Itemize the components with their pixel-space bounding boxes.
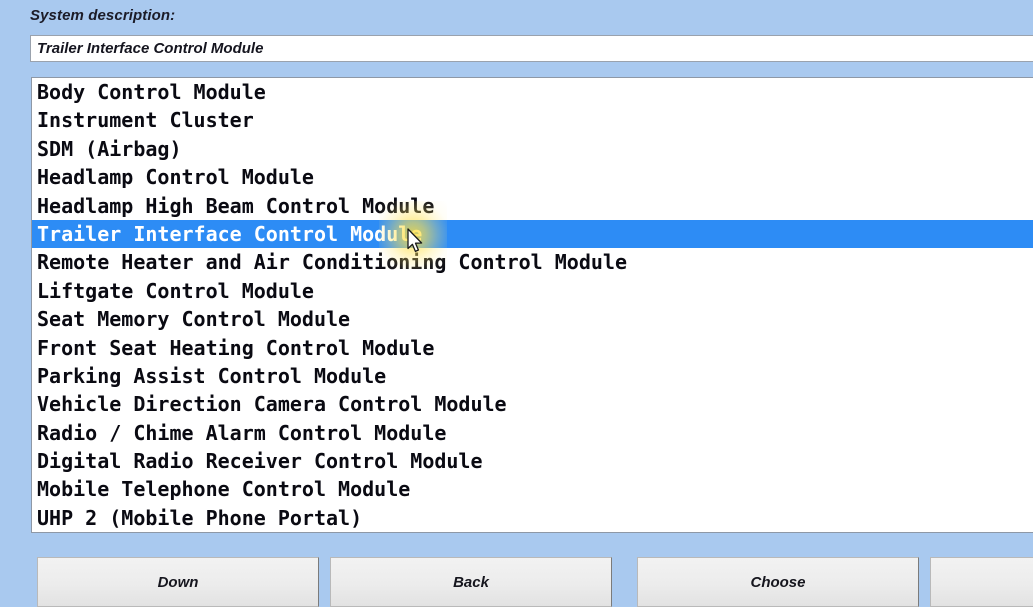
list-item[interactable]: Instrument Cluster <box>32 106 1033 135</box>
back-button[interactable]: Back <box>330 557 612 607</box>
list-item[interactable]: Mobile Telephone Control Module <box>32 475 1033 504</box>
list-item[interactable]: Trailer Interface Control Module <box>32 219 1033 249</box>
extra-button[interactable] <box>930 557 1033 607</box>
list-item[interactable]: Radio / Chime Alarm Control Module <box>32 418 1033 448</box>
list-item[interactable]: Headlamp Control Module <box>32 163 1033 192</box>
button-bar: Down Back Choose <box>0 540 1033 607</box>
system-description-input-wrapper[interactable] <box>30 35 1033 62</box>
list-item[interactable]: Parking Assist Control Module <box>32 361 1033 391</box>
application-window: System description: Body Control ModuleI… <box>0 0 1033 607</box>
list-item[interactable]: Body Control Module <box>32 78 1033 107</box>
list-item[interactable]: SDM (Airbag) <box>32 134 1033 164</box>
list-item[interactable]: Liftgate Control Module <box>32 276 1033 306</box>
list-item[interactable]: Digital Radio Receiver Control Module <box>32 447 1033 476</box>
module-list: Body Control Module Instrument Cluster SDM… <box>32 78 1033 532</box>
module-listbox[interactable]: Body Control Module Instrument Cluster SDM… <box>31 77 1033 533</box>
list-item[interactable]: Vehicle Direction Camera Control Module <box>32 390 1033 419</box>
choose-button[interactable]: Choose <box>637 557 919 607</box>
list-item[interactable]: Remote Heater and Air Conditioning Contr… <box>32 248 1033 277</box>
list-item[interactable]: Headlamp High Beam Control Module <box>32 191 1033 220</box>
list-item[interactable]: Front Seat Heating Control Module <box>32 333 1033 362</box>
down-button[interactable]: Down <box>37 557 319 607</box>
list-item[interactable]: UHP 2 (Mobile Phone Portal) <box>32 503 1033 532</box>
system-description-input[interactable] <box>31 36 1033 61</box>
system-description-label: System description: <box>30 7 176 24</box>
list-item[interactable]: Seat Memory Control Module <box>32 305 1033 334</box>
